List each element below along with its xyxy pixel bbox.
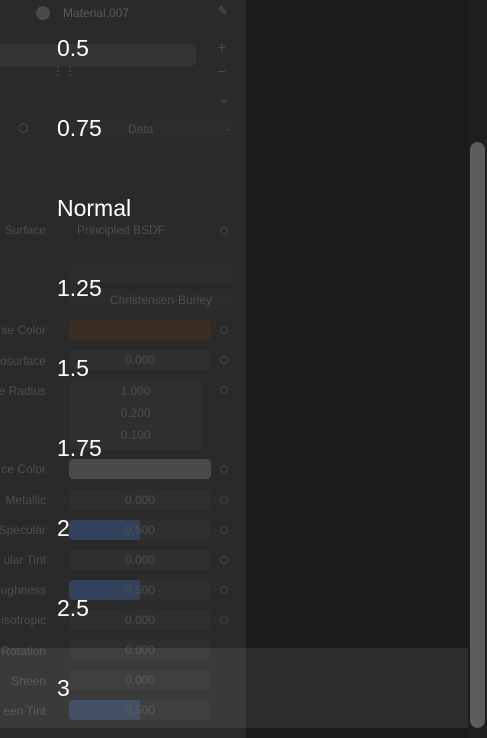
speed-option-1-25[interactable]: 1.25	[0, 248, 468, 328]
playback-speed-menu: 0.5 0.75 Normal 1.25 1.5 1.75 2 2.5 3	[0, 0, 468, 728]
speed-option-2-5[interactable]: 2.5	[0, 568, 468, 648]
speed-option-0-75[interactable]: 0.75	[0, 88, 468, 168]
speed-option-normal[interactable]: Normal	[0, 168, 468, 248]
speed-option-3[interactable]: 3	[0, 648, 468, 728]
speed-option-2[interactable]: 2	[0, 488, 468, 568]
speed-option-1-75[interactable]: 1.75	[0, 408, 468, 488]
speed-option-1-5[interactable]: 1.5	[0, 328, 468, 408]
speed-option-0-5[interactable]: 0.5	[0, 8, 468, 88]
menu-scrollbar-thumb[interactable]	[470, 142, 485, 728]
